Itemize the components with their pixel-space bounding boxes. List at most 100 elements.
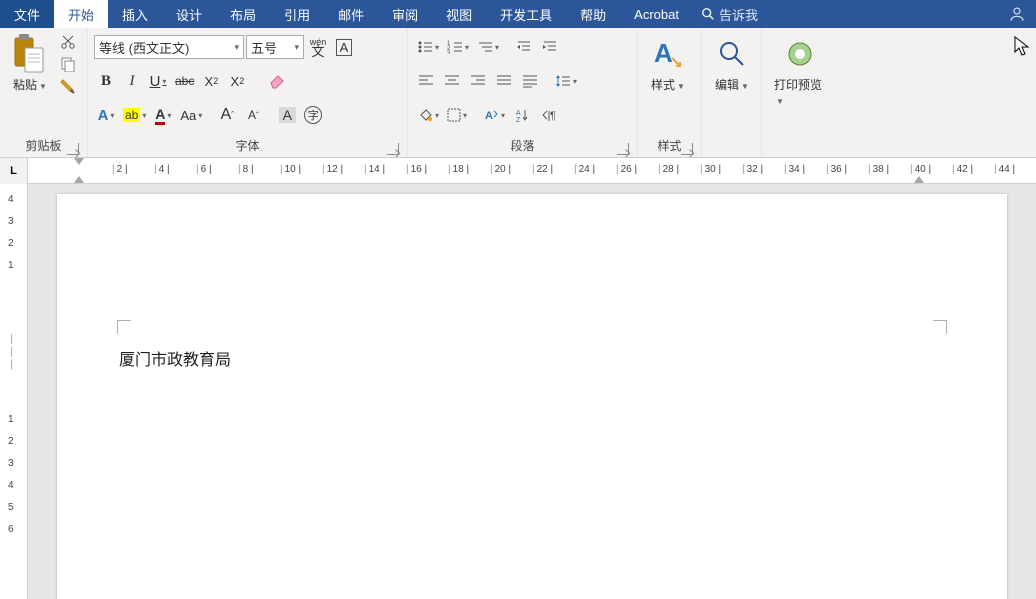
- v-ruler-tick: 2: [8, 436, 14, 447]
- bullets-button[interactable]: ▾: [414, 35, 442, 59]
- clipboard-launcher[interactable]: [67, 143, 79, 155]
- tab-developer[interactable]: 开发工具: [486, 0, 566, 28]
- paste-button[interactable]: 粘贴▼: [6, 32, 54, 97]
- align-distribute-button[interactable]: [518, 69, 542, 93]
- line-spacing-button[interactable]: ▾: [552, 69, 580, 93]
- bold-button[interactable]: B: [94, 69, 118, 93]
- phonetic-guide-button[interactable]: wén文: [306, 35, 330, 59]
- v-ruler-tick: 4: [8, 480, 14, 491]
- tab-insert[interactable]: 插入: [108, 0, 162, 28]
- shading-button[interactable]: ▾: [414, 103, 442, 127]
- account-icon[interactable]: [998, 0, 1036, 28]
- decrease-indent-button[interactable]: [512, 35, 536, 59]
- tab-home[interactable]: 开始: [54, 0, 108, 28]
- styles-launcher[interactable]: [681, 143, 693, 155]
- font-family-select[interactable]: 等线 (西文正文)▾: [94, 35, 244, 59]
- tab-acrobat[interactable]: Acrobat: [620, 0, 693, 28]
- styles-button[interactable]: A 样式▼: [644, 32, 692, 97]
- ruler-vertical[interactable]: 4321123456 — — —: [0, 184, 28, 599]
- align-justify-button[interactable]: [492, 69, 516, 93]
- format-painter-button[interactable]: [58, 76, 78, 96]
- char-shading-button[interactable]: A: [275, 103, 299, 127]
- eraser-button[interactable]: [265, 69, 289, 93]
- text-effects-button[interactable]: A▾: [94, 103, 118, 127]
- sort-button[interactable]: AZ: [510, 103, 534, 127]
- ruler-tick: 36 |: [826, 164, 847, 175]
- change-case-button[interactable]: Aa▾: [177, 103, 205, 127]
- cut-button[interactable]: [58, 32, 78, 52]
- borders-button[interactable]: ▾: [444, 103, 470, 127]
- print-preview-button[interactable]: 打印预览▼: [768, 32, 832, 111]
- highlight-button[interactable]: ab▾: [120, 103, 149, 127]
- underline-button[interactable]: U▾: [146, 69, 170, 93]
- show-marks-button[interactable]: ¶: [536, 103, 560, 127]
- ruler-tick: 8 |: [238, 164, 254, 175]
- page[interactable]: 厦门市政教育局: [57, 194, 1007, 599]
- align-center-icon: [444, 74, 460, 88]
- ruler-tick: 26 |: [616, 164, 637, 175]
- ruler-tick: 2 |: [112, 164, 128, 175]
- tell-me-search[interactable]: 告诉我: [693, 0, 766, 28]
- group-paragraph: ▾ 123▾ ▾ ▾ ▾ ▾ A▾ AZ: [408, 28, 638, 157]
- shrink-font-button[interactable]: Aˇ: [241, 103, 265, 127]
- tab-design[interactable]: 设计: [162, 0, 216, 28]
- ruler-tick: 44 |: [994, 164, 1015, 175]
- align-center-button[interactable]: [440, 69, 464, 93]
- enclose-char-button[interactable]: 字: [301, 103, 325, 127]
- document-text[interactable]: 厦门市政教育局: [119, 346, 231, 370]
- ruler-tick: 6 |: [196, 164, 212, 175]
- numbering-icon: 123: [447, 40, 463, 54]
- ruler-tick: 4 |: [154, 164, 170, 175]
- eraser-icon: [268, 73, 286, 89]
- print-preview-icon: [785, 39, 815, 69]
- tab-review[interactable]: 审阅: [378, 0, 432, 28]
- tab-view[interactable]: 视图: [432, 0, 486, 28]
- indent-icon: [542, 40, 558, 54]
- h-ruler-scale[interactable]: 2 |4 |6 |8 |10 |12 |14 |16 |18 |20 |22 |…: [28, 158, 1036, 183]
- font-color-button[interactable]: A▾: [151, 103, 175, 127]
- superscript-button[interactable]: X2: [225, 69, 249, 93]
- paragraph-launcher[interactable]: [617, 143, 629, 155]
- ruler-tick: 28 |: [658, 164, 679, 175]
- subscript-button[interactable]: X2: [199, 69, 223, 93]
- ribbon-tabbar: 文件 开始 插入 设计 布局 引用 邮件 审阅 视图 开发工具 帮助 Acrob…: [0, 0, 1036, 28]
- editing-button[interactable]: 编辑▼: [708, 32, 756, 97]
- ruler-tick: 38 |: [868, 164, 889, 175]
- tab-selector[interactable]: L: [0, 158, 28, 184]
- italic-button[interactable]: I: [120, 69, 144, 93]
- ruler-tick: 18 |: [448, 164, 469, 175]
- numbering-button[interactable]: 123▾: [444, 35, 472, 59]
- print-preview-label: 打印预览: [774, 78, 822, 92]
- grow-font-button[interactable]: Aˆ: [215, 103, 239, 127]
- tab-references[interactable]: 引用: [270, 0, 324, 28]
- group-paragraph-label: 段落: [510, 139, 534, 153]
- strike-button[interactable]: abc: [172, 69, 197, 93]
- outdent-icon: [516, 40, 532, 54]
- font-size-select[interactable]: 五号▾: [246, 35, 304, 59]
- char-border-button[interactable]: A: [332, 35, 356, 59]
- page-scroll[interactable]: 厦门市政教育局: [28, 184, 1036, 599]
- group-editing-label: [708, 137, 755, 157]
- tell-me-label: 告诉我: [719, 5, 758, 24]
- ruler-horizontal: L 2 |4 |6 |8 |10 |12 |14 |16 |18 |20 |22…: [0, 158, 1036, 184]
- document-area: 4321123456 — — — 厦门市政教育局: [0, 184, 1036, 599]
- tab-file[interactable]: 文件: [0, 0, 54, 28]
- group-print-label: [768, 137, 832, 157]
- ruler-tick: 32 |: [742, 164, 763, 175]
- group-editing: 编辑▼: [702, 28, 762, 157]
- text-direction-button[interactable]: A▾: [480, 103, 508, 127]
- align-right-button[interactable]: [466, 69, 490, 93]
- multilevel-button[interactable]: ▾: [474, 35, 502, 59]
- font-launcher[interactable]: [387, 143, 399, 155]
- tab-layout[interactable]: 布局: [216, 0, 270, 28]
- group-font-label: 字体: [235, 139, 259, 153]
- tab-help[interactable]: 帮助: [566, 0, 620, 28]
- bullets-icon: [417, 40, 433, 54]
- copy-button[interactable]: [58, 54, 78, 74]
- align-left-button[interactable]: [414, 69, 438, 93]
- borders-icon: [447, 108, 461, 122]
- brush-icon: [60, 78, 76, 94]
- increase-indent-button[interactable]: [538, 35, 562, 59]
- tab-mailings[interactable]: 邮件: [324, 0, 378, 28]
- group-styles-label: 样式: [657, 139, 681, 153]
